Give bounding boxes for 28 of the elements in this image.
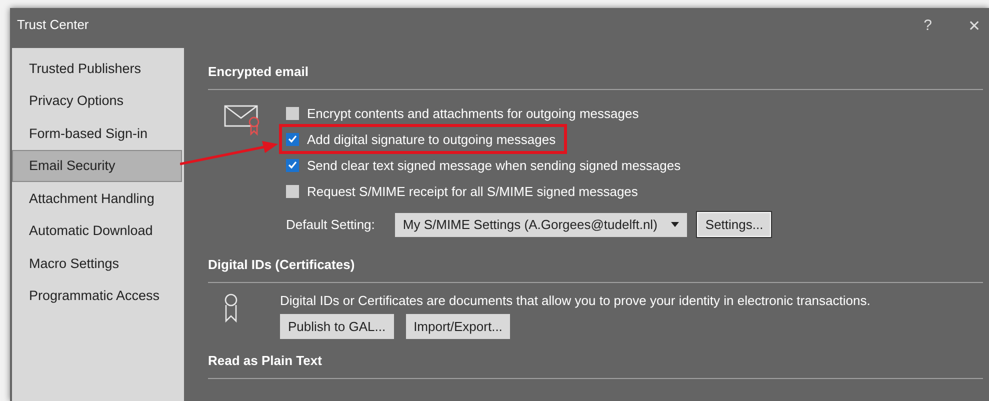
section-heading: Read as Plain Text: [208, 353, 983, 379]
checkbox[interactable]: Send clear text signed message when sending signed messages: [282, 153, 689, 177]
default-setting-dropdown[interactable]: My S/MIME Settings (A.Gorgees@tudelft.nl): [394, 212, 688, 236]
sidebar-item[interactable]: Macro Settings: [12, 247, 182, 280]
checkbox[interactable]: Request S/MIME receipt for all S/MIME signed messages: [282, 179, 646, 203]
settings-button[interactable]: Settings...: [697, 212, 772, 237]
checkbox[interactable]: Encrypt contents and attachments for outgoing messages: [282, 101, 647, 125]
field-label: Default Setting:: [286, 217, 375, 232]
window-title: Trust Center: [17, 17, 90, 32]
description-text: Digital IDs or Certificates are documents that allow you to prove your identity in electronic transactions.: [280, 293, 870, 308]
sidebar-item[interactable]: Privacy Options: [12, 84, 182, 117]
help-button[interactable]: ?: [924, 17, 932, 34]
sidebar-item[interactable]: Email Security: [12, 150, 182, 182]
checkmark-icon: [288, 135, 297, 143]
sidebar-item[interactable]: Programmatic Access: [12, 280, 182, 312]
sidebar-item[interactable]: Form-based Sign-in: [12, 117, 182, 150]
ribbon-icon: [224, 293, 238, 323]
checkmark-icon: [288, 161, 297, 169]
dialog-button[interactable]: Import/Export...: [406, 314, 510, 339]
highlighted-checkbox[interactable]: Add digital signature to outgoing messages: [282, 127, 564, 151]
section-heading: Digital IDs (Certificates): [208, 257, 983, 283]
sidebar-item[interactable]: Attachment Handling: [12, 182, 182, 214]
section-heading: Encrypted email: [208, 64, 983, 90]
sidebar-item[interactable]: Automatic Download: [12, 214, 182, 247]
caret-icon: [671, 222, 680, 227]
sidebar-item[interactable]: Trusted Publishers: [12, 52, 182, 84]
dialog-button[interactable]: Publish to GAL...: [280, 314, 394, 339]
close-button[interactable]: ✕: [968, 17, 981, 35]
